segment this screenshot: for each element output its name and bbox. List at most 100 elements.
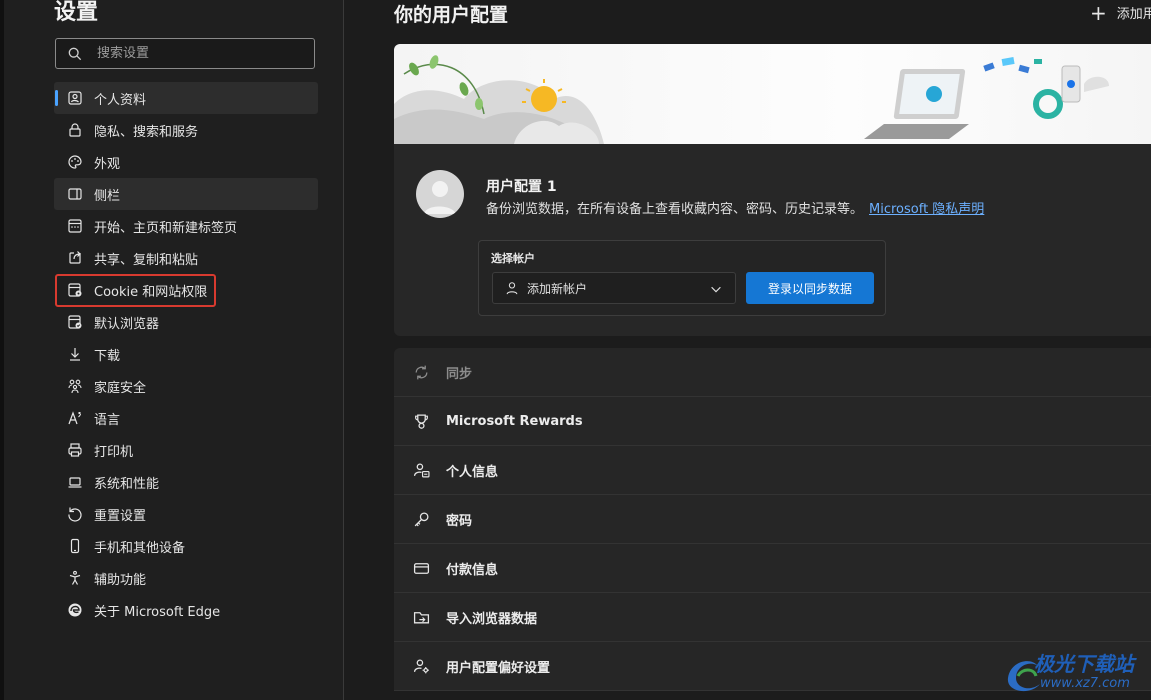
sidebar-item-privacy[interactable]: 隐私、搜索和服务 [54,114,318,146]
person-card-icon [411,460,431,480]
sidebar-title: 设置 [54,0,99,25]
sidebar-item-default-browser[interactable]: 默认浏览器 [54,306,318,338]
sidebar-item-about[interactable]: 关于 Microsoft Edge [54,594,318,626]
sidebar-item-label: 默认浏览器 [94,316,160,332]
row-sync[interactable]: 同步 [394,348,1151,397]
row-label: 付款信息 [446,562,499,578]
plus-icon: + [1090,0,1107,25]
sidebar-item-label: 重置设置 [94,508,147,524]
language-icon [66,409,84,427]
home-tab-icon [66,217,84,235]
sidebar-item-label: 关于 Microsoft Edge [94,604,221,620]
cookie-site-icon [66,281,84,299]
sidebar-item-label: 外观 [94,156,121,172]
import-folder-icon [411,607,431,627]
credit-card-icon [411,558,431,578]
add-profile-label: 添加用 [1116,7,1151,22]
row-label: 密码 [446,513,473,529]
default-avatar-icon [424,181,456,214]
sidebar-item-label: 开始、主页和新建标签页 [94,220,238,236]
sign-in-sync-button[interactable]: 登录以同步数据 [746,272,874,304]
sidebar-item-label: 隐私、搜索和服务 [94,124,199,140]
sidebar-item-languages[interactable]: 语言 [54,402,318,434]
row-label: 个人信息 [446,464,499,480]
laptop-icon [66,473,84,491]
sidebar-item-reset[interactable]: 重置设置 [54,498,318,530]
sidebar-item-profile[interactable]: 个人资料 [54,82,318,114]
key-icon [411,509,431,529]
account-select-value: 添加新帐户 [527,281,588,296]
profile-icon [66,89,84,107]
watermark-url: www.xz7.com [1040,676,1130,691]
avatar[interactable] [416,170,464,218]
sidebar-item-label: 侧栏 [94,188,121,204]
lock-icon [66,121,84,139]
sidebar-item-printers[interactable]: 打印机 [54,434,318,466]
sidebar-item-downloads[interactable]: 下载 [54,338,318,370]
sidebar-item-label: 系统和性能 [94,476,160,492]
trophy-icon [411,411,431,431]
settings-nav: 个人资料 隐私、搜索和服务 外观 侧栏 开始、主页和新建标签页 共享、复制和粘贴… [54,82,318,626]
sidebar-item-cookies[interactable]: Cookie 和网站权限 [54,274,318,306]
search-icon [68,47,82,60]
privacy-statement-link[interactable]: Microsoft 隐私声明 [869,202,984,217]
sidebar-item-family-safety[interactable]: 家庭安全 [54,370,318,402]
sidebar-item-start-home[interactable]: 开始、主页和新建标签页 [54,210,318,242]
page-title: 你的用户配置 [394,4,509,26]
sidebar-icon [66,185,84,203]
account-select[interactable]: 添加新帐户 [492,272,736,304]
account-label: 选择帐户 [491,252,535,265]
row-payment-info[interactable]: 付款信息 [394,544,1151,593]
main-content: 你的用户配置 + 添加用 用户配置 1 备份浏览数据，在所有设备上查看收藏内容、… [344,0,1151,700]
default-browser-icon [66,313,84,331]
person-gear-icon [411,656,431,676]
sidebar-item-accessibility[interactable]: 辅助功能 [54,562,318,594]
phone-icon [66,537,84,555]
reset-icon [66,505,84,523]
sidebar-item-label: 个人资料 [94,92,147,108]
download-icon [66,345,84,363]
sidebar-item-system[interactable]: 系统和性能 [54,466,318,498]
watermark-name: 极光下载站 [1034,652,1134,676]
profile-settings-list: 同步 Microsoft Rewards 个人信息 密码 付款信息 导入浏览器数… [394,348,1151,691]
family-icon [66,377,84,395]
profile-description: 备份浏览数据，在所有设备上查看收藏内容、密码、历史记录等。 Microsoft 隐… [486,198,984,217]
share-icon [66,249,84,267]
palette-icon [66,153,84,171]
row-label: 同步 [446,366,473,382]
row-passwords[interactable]: 密码 [394,495,1151,544]
sidebar-item-label: 打印机 [94,444,134,460]
row-label: 导入浏览器数据 [446,611,538,627]
settings-sidebar: 设置 个人资料 隐私、搜索和服务 外观 侧栏 开始、主页和新建标签页 共享、复制… [4,0,344,700]
sidebar-item-label: 手机和其他设备 [94,540,186,556]
sidebar-item-sidebar[interactable]: 侧栏 [54,178,318,210]
banner-artwork [394,55,1109,144]
sidebar-item-phone[interactable]: 手机和其他设备 [54,530,318,562]
search-box[interactable] [55,38,315,69]
profile-description-text: 备份浏览数据，在所有设备上查看收藏内容、密码、历史记录等。 [486,202,864,217]
sidebar-item-label: 家庭安全 [94,380,147,396]
row-import-browser-data[interactable]: 导入浏览器数据 [394,593,1151,642]
row-microsoft-rewards[interactable]: Microsoft Rewards [394,397,1151,446]
add-profile-button[interactable]: + 添加用 [1090,0,1151,25]
profile-banner-illustration [394,44,1151,144]
sync-icon [411,362,431,382]
edge-logo-icon [66,601,84,619]
sidebar-item-share[interactable]: 共享、复制和粘贴 [54,242,318,274]
row-label: Microsoft Rewards [446,413,583,429]
sidebar-item-appearance[interactable]: 外观 [54,146,318,178]
sidebar-item-label: 辅助功能 [94,572,147,588]
account-chooser: 选择帐户 添加新帐户 登录以同步数据 [478,240,886,316]
person-icon [505,281,519,295]
row-label: 用户配置偏好设置 [446,660,551,676]
sidebar-item-label: 语言 [94,412,121,428]
row-personal-info[interactable]: 个人信息 [394,446,1151,495]
sidebar-item-label: Cookie 和网站权限 [94,284,208,300]
accessibility-icon [66,569,84,587]
sidebar-item-label: 下载 [94,348,121,364]
profile-name: 用户配置 1 [486,179,557,195]
search-input[interactable] [95,45,299,62]
chevron-down-icon [709,282,723,299]
printer-icon [66,441,84,459]
sidebar-item-label: 共享、复制和粘贴 [94,252,199,268]
